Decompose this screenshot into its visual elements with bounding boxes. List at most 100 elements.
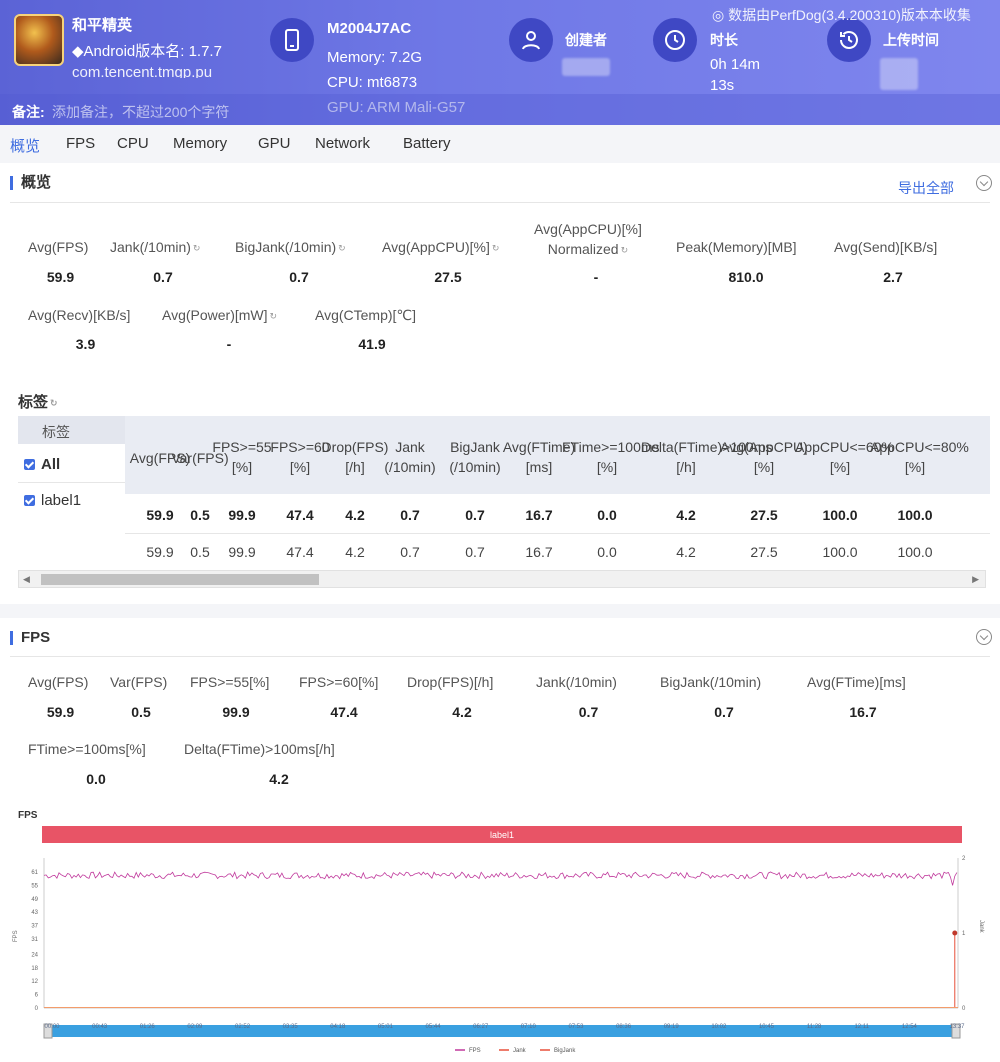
fps-metric-value: 59.9 — [28, 704, 93, 720]
help-icon[interactable]: ↻ — [621, 240, 629, 260]
metric-label: Jank(/10min)↻ — [110, 239, 200, 255]
y-tick-label: 31 — [31, 937, 38, 943]
tags-title: 标签↻ — [18, 391, 58, 412]
table-cell-label1: 0.0 — [562, 544, 652, 560]
y-right-tick-label: 1 — [962, 931, 966, 937]
x-tick-label: 11:28 — [807, 1024, 822, 1030]
fps-metric-value: 16.7 — [807, 704, 919, 720]
y-right-tick-label: 2 — [962, 856, 966, 862]
fps-metric-value: 4.2 — [184, 771, 374, 787]
x-tick-label: 00:43 — [92, 1024, 108, 1030]
overview-divider — [10, 202, 990, 203]
note-input[interactable]: 添加备注，不超过200个字符 — [52, 102, 229, 122]
user-icon — [509, 18, 553, 62]
tab-memory[interactable]: Memory — [173, 135, 227, 152]
section-gap — [0, 604, 1000, 618]
checkbox-checked-icon[interactable] — [24, 495, 35, 506]
upload-time-label: 上传时间 — [883, 30, 939, 50]
y-axis-label: FPS — [13, 930, 19, 942]
collapse-fps-icon[interactable] — [976, 629, 992, 645]
note-label: 备注: — [12, 102, 45, 122]
device-cpu: CPU: mt6873 — [327, 74, 417, 91]
table-column-header: AppCPU<=80% — [870, 438, 960, 456]
fps-metric-value: 0.7 — [660, 704, 788, 720]
fps-metric-value: 0.0 — [28, 771, 164, 787]
table-column-header-unit: [%] — [870, 458, 960, 476]
duration-seconds: 13s — [710, 77, 734, 94]
x-tick-label: 02:52 — [235, 1024, 251, 1030]
metric-value: 810.0 — [676, 269, 816, 285]
scroll-left-icon[interactable]: ◀ — [23, 574, 30, 585]
x-tick-label: 04:18 — [330, 1024, 346, 1030]
app-package: com.tencent.tmgp.pu — [72, 64, 212, 78]
x-tick-label: 07:10 — [521, 1024, 537, 1030]
creator-label: 创建者 — [565, 30, 607, 50]
export-all-link[interactable]: 导出全部 — [898, 178, 954, 198]
table-cell-label1: 4.2 — [641, 544, 731, 560]
y-tick-label: 6 — [35, 993, 39, 999]
x-tick-label: 08:36 — [616, 1024, 632, 1030]
app-name: 和平精英 — [72, 14, 132, 35]
fps-metric-value: 47.4 — [299, 704, 389, 720]
x-tick-label: 12:54 — [902, 1024, 918, 1030]
collapse-overview-icon[interactable] — [976, 175, 992, 191]
report-header: 和平精英 ◆Android版本名: 1.7.7 com.tencent.tmgp… — [0, 0, 1000, 125]
metric-value: 3.9 — [28, 336, 143, 352]
tag-row-all[interactable]: All — [24, 456, 60, 473]
scroll-right-icon[interactable]: ▶ — [972, 574, 979, 585]
phone-icon — [270, 18, 314, 62]
checkbox-checked-icon[interactable] — [24, 459, 35, 470]
fps-metric-value: 0.5 — [110, 704, 172, 720]
y-tick-label: 55 — [31, 883, 38, 889]
tab-overview[interactable]: 概览 — [10, 135, 40, 156]
creator-redacted — [562, 58, 610, 76]
fps-metric-value: 0.7 — [536, 704, 641, 720]
x-tick-label: 02:09 — [187, 1024, 203, 1030]
tab-fps[interactable]: FPS — [66, 135, 95, 152]
x-tick-label: 12:11 — [854, 1024, 869, 1030]
y-tick-label: 37 — [31, 924, 38, 930]
tab-network[interactable]: Network — [315, 135, 370, 152]
help-icon[interactable]: ↻ — [193, 243, 201, 254]
x-tick-label: 03:35 — [283, 1024, 299, 1030]
scrollbar-thumb[interactable] — [41, 574, 319, 585]
y-tick-label: 61 — [31, 870, 38, 876]
metric-label: Avg(CTemp)[℃] — [315, 307, 416, 324]
help-icon[interactable]: ↻ — [270, 311, 278, 322]
legend-label: Jank — [513, 1048, 527, 1054]
chart-title: FPS — [18, 810, 38, 821]
tags-left-header: 标签 — [18, 416, 125, 444]
metric-value: - — [162, 336, 296, 352]
table-horizontal-scrollbar[interactable]: ◀ ▶ — [18, 570, 986, 588]
metric-value: 41.9 — [315, 336, 429, 352]
app-icon — [14, 14, 64, 66]
x-tick-label: 10:02 — [711, 1024, 727, 1030]
duration-label: 时长 — [710, 30, 738, 50]
tab-battery[interactable]: Battery — [403, 135, 451, 152]
duration-value: 0h 14m — [710, 56, 760, 73]
x-tick-label: 09:19 — [664, 1024, 680, 1030]
fps-divider — [10, 656, 990, 657]
help-icon[interactable]: ↻ — [50, 398, 58, 409]
y-tick-label: 12 — [31, 979, 38, 985]
y-tick-label: 24 — [31, 952, 38, 958]
fps-metric-label: Jank(/10min) — [536, 674, 617, 690]
table-cell-all: 100.0 — [870, 507, 960, 523]
tag-row-label1[interactable]: label1 — [24, 492, 81, 509]
x-tick-label: 01:26 — [140, 1024, 156, 1030]
row-separator — [125, 533, 990, 534]
app-version: ◆Android版本名: 1.7.7 — [72, 40, 222, 61]
table-cell-label1: 100.0 — [870, 544, 960, 560]
tab-bar: 概览 FPS CPU Memory GPU Network Battery — [0, 125, 1000, 163]
metric-label: Avg(AppCPU)[%]Normalized↻ — [534, 219, 642, 260]
jank-point — [952, 931, 957, 936]
fps-metric-label: Avg(FPS) — [28, 674, 88, 690]
help-icon[interactable]: ↻ — [492, 243, 500, 254]
metric-label: Avg(Power)[mW]↻ — [162, 307, 277, 323]
table-column-header: Delta(FTime)>100ms — [641, 438, 731, 456]
tab-gpu[interactable]: GPU — [258, 135, 291, 152]
fps-metric-label: BigJank(/10min) — [660, 674, 761, 690]
time-range-slider — [44, 1025, 960, 1037]
tab-cpu[interactable]: CPU — [117, 135, 149, 152]
help-icon[interactable]: ↻ — [338, 243, 346, 254]
